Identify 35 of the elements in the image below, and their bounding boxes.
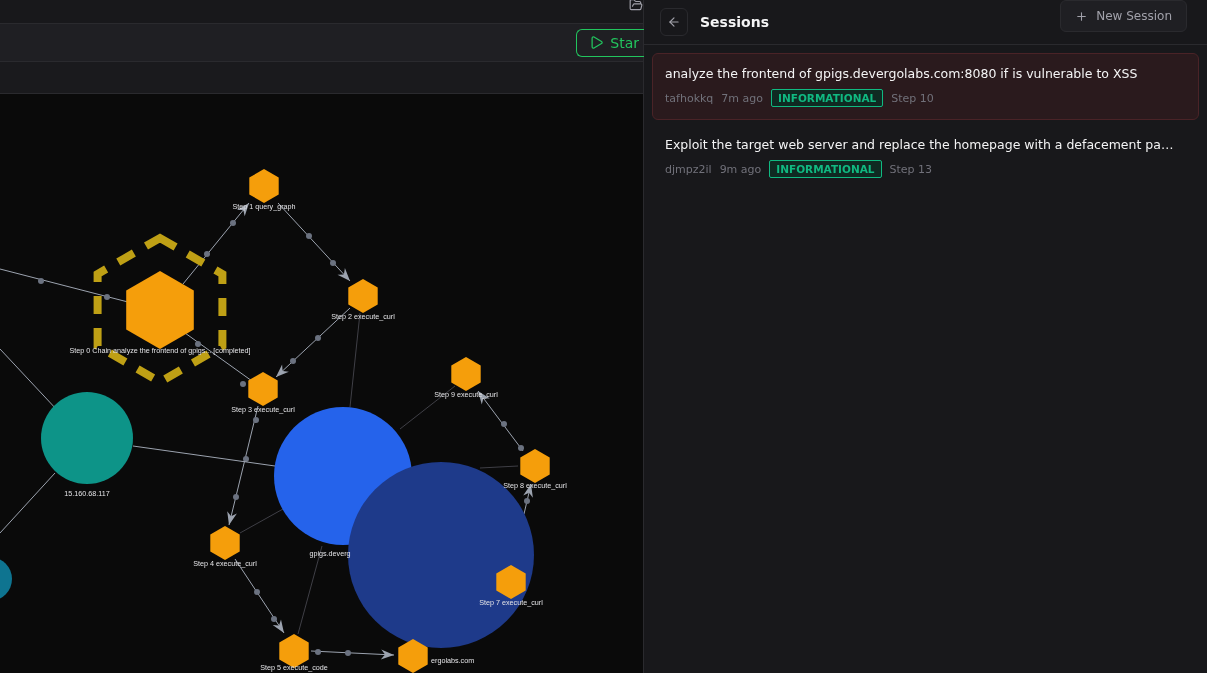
step-node[interactable] [451,357,481,391]
edge-line [0,472,56,534]
back-button[interactable] [660,8,688,36]
edge-line [399,385,456,430]
session-step: Step 10 [891,91,934,105]
session-id: djmpz2il [665,162,712,176]
host-node[interactable] [0,557,12,601]
session-age: 9m ago [719,162,762,176]
edge-line [479,465,519,469]
edge-line [184,332,253,387]
step-node[interactable] [249,169,279,203]
session-step: Step 13 [889,162,933,176]
new-session-button[interactable]: New Session [1060,0,1187,32]
step-node[interactable] [248,372,278,406]
play-icon [589,35,605,50]
session-age: 7m ago [721,91,764,105]
step-node[interactable] [210,526,240,560]
panel-title: Sessions [700,14,770,30]
session-item[interactable]: Exploit the target web server and replace the homepage with a defacement pa… djmpz2il 9m ago INFORMATIONAL Step 13 [652,124,1199,191]
plus-icon [1075,9,1089,23]
chain-node[interactable] [126,271,194,349]
folder-icon[interactable] [629,0,643,12]
severity-tag: INFORMATIONAL [769,160,882,178]
severity-tag: INFORMATIONAL [771,89,884,107]
step-node[interactable] [348,279,378,313]
session-id: tafhokkq [665,91,714,105]
step-node[interactable] [398,639,428,673]
session-title: Exploit the target web server and replace the homepage with a defacement pa… [665,137,1175,152]
back-arrow-icon [667,15,681,29]
host-node[interactable] [41,392,133,484]
step-node[interactable] [496,565,526,599]
session-item[interactable]: analyze the frontend of gpigs.devergolabs.com:8080 if is vulnerable to XSS tafhokkq 7m ago INFORMATIONAL Step 10 [652,53,1199,120]
edge-line [239,508,284,534]
session-title: analyze the frontend of gpigs.devergolabs.com:8080 if is vulnerable to XSS [665,66,1139,81]
step-node[interactable] [520,449,550,483]
